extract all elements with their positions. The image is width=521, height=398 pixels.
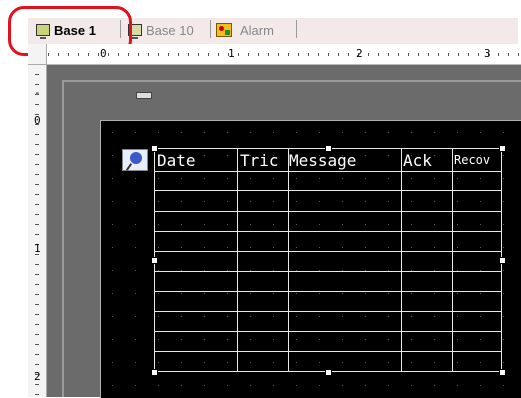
table-column-divider xyxy=(452,149,453,371)
column-header-date: Date xyxy=(157,151,196,170)
table-row-divider xyxy=(155,351,501,352)
table-column-divider xyxy=(288,149,289,371)
resize-handle[interactable] xyxy=(499,369,506,376)
tab-separator xyxy=(296,20,297,38)
table-row-divider xyxy=(155,291,501,292)
ruler-label: 2 xyxy=(356,47,363,60)
table-row-divider xyxy=(155,311,501,312)
column-header-recov: Recov xyxy=(454,153,491,167)
tab-label: Base 10 xyxy=(146,22,194,38)
table-column-divider xyxy=(401,149,402,371)
resize-handle[interactable] xyxy=(325,369,332,376)
resize-handle[interactable] xyxy=(151,369,158,376)
table-row-divider xyxy=(155,251,501,252)
table-column-divider xyxy=(237,149,238,371)
ruler-label: 3 xyxy=(484,47,491,60)
resize-handle[interactable] xyxy=(499,257,506,264)
resize-handle[interactable] xyxy=(151,257,158,264)
ruler-label: 0 xyxy=(34,114,41,127)
ruler-corner xyxy=(28,44,47,65)
table-row-divider xyxy=(155,331,501,332)
column-header-message: Message xyxy=(289,151,357,170)
table-row-divider xyxy=(155,190,501,191)
tab-separator xyxy=(210,20,211,38)
tab-label: Alarm xyxy=(240,22,274,38)
table-row-divider xyxy=(155,211,501,212)
resize-handle[interactable] xyxy=(499,145,506,152)
pin-icon[interactable] xyxy=(122,149,148,171)
ruler-label: 1 xyxy=(228,47,235,60)
column-header-ack: Ack xyxy=(403,151,432,170)
table-row-divider xyxy=(155,271,501,272)
selection-marker[interactable] xyxy=(136,92,152,99)
alarm-table[interactable]: Date Tric Message Ack Recov xyxy=(154,148,502,372)
screen-tab-bar: Base 1 Base 10 Alarm xyxy=(0,0,521,56)
table-row-divider xyxy=(155,171,501,172)
resize-handle[interactable] xyxy=(325,145,332,152)
column-header-trig: Tric xyxy=(240,151,279,170)
tab-base-10[interactable]: Base 10 xyxy=(128,21,194,39)
ruler-label: 1 xyxy=(34,242,41,255)
resize-handle[interactable] xyxy=(151,145,158,152)
table-row-divider xyxy=(155,231,501,232)
ruler-label: - xyxy=(34,86,41,99)
ruler-label: 0 xyxy=(100,47,107,60)
alarm-icon xyxy=(216,23,232,37)
ruler-label: 2 xyxy=(34,370,41,383)
tab-alarm[interactable]: Alarm xyxy=(216,21,274,39)
